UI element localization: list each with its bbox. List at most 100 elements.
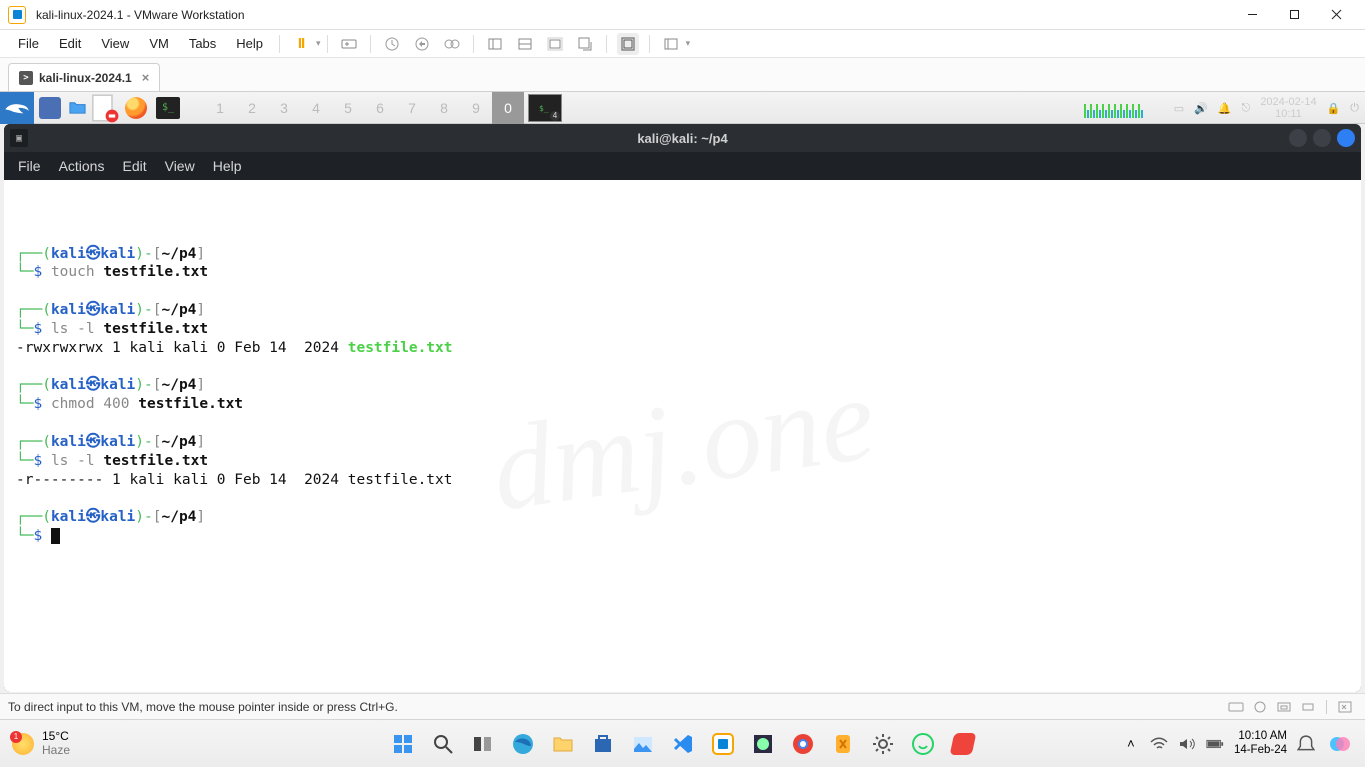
- workspace-3[interactable]: 3: [268, 92, 300, 124]
- office-icon[interactable]: [828, 729, 858, 759]
- search-button[interactable]: [428, 729, 458, 759]
- term-menu-file[interactable]: File: [18, 158, 41, 174]
- taskbar-clock[interactable]: 10:10 AM 14-Feb-24: [1234, 730, 1287, 758]
- network-adapter-icon[interactable]: [1275, 699, 1293, 715]
- running-terminal-thumbnail[interactable]: $_: [528, 94, 562, 122]
- window-close-button[interactable]: [1315, 0, 1357, 30]
- vmware-taskbar-icon[interactable]: [708, 729, 738, 759]
- image-editor-icon[interactable]: [748, 729, 778, 759]
- menu-file[interactable]: File: [8, 32, 49, 55]
- term-menu-actions[interactable]: Actions: [59, 158, 105, 174]
- screen-icon[interactable]: ▭: [1174, 102, 1184, 115]
- revert-icon[interactable]: [411, 33, 433, 55]
- term-menu-edit[interactable]: Edit: [122, 158, 146, 174]
- terminal-icon: [19, 71, 33, 85]
- wifi-icon[interactable]: [1150, 732, 1168, 756]
- task-view-button[interactable]: [468, 729, 498, 759]
- terminal-close-button[interactable]: [1337, 129, 1355, 147]
- preferences-icon[interactable]: [660, 33, 682, 55]
- svg-text:$_: $_: [539, 104, 549, 113]
- workspace-0[interactable]: 0: [492, 92, 524, 124]
- window-minimize-button[interactable]: [1231, 0, 1273, 30]
- term-menu-view[interactable]: View: [165, 158, 195, 174]
- weather-temp: 15°C: [42, 730, 70, 744]
- start-button[interactable]: [388, 729, 418, 759]
- settings-icon[interactable]: [868, 729, 898, 759]
- stretch-icon[interactable]: [544, 33, 566, 55]
- send-ctrl-alt-del-icon[interactable]: [338, 33, 360, 55]
- terminal-maximize-button[interactable]: [1313, 129, 1331, 147]
- volume-icon[interactable]: 🔊: [1194, 102, 1208, 115]
- workspace-switcher: 1 2 3 4 5 6 7 8 9 0: [204, 92, 524, 124]
- snapshot-icon[interactable]: [381, 33, 403, 55]
- notification-bell-icon[interactable]: 🔔: [1218, 102, 1232, 115]
- fullscreen-button[interactable]: [617, 33, 639, 55]
- workspace-1[interactable]: 1: [204, 92, 236, 124]
- chevron-up-icon[interactable]: ˄: [1122, 736, 1140, 751]
- vm-tab-label: kali-linux-2024.1: [39, 71, 132, 85]
- workspace-2[interactable]: 2: [236, 92, 268, 124]
- volume-tray-icon[interactable]: [1178, 732, 1196, 756]
- menu-vm[interactable]: VM: [139, 32, 179, 55]
- file-manager-icon[interactable]: [66, 97, 88, 119]
- vm-tab-bar: kali-linux-2024.1 ×: [0, 58, 1365, 92]
- term-menu-help[interactable]: Help: [213, 158, 242, 174]
- anydesk-icon[interactable]: [948, 729, 978, 759]
- kali-panel: $_ 1 2 3 4 5 6 7 8 9 0 $_ ▭ 🔊 🔔 ⎋ 2024-0…: [0, 92, 1365, 124]
- network-icon[interactable]: ⎋: [1242, 102, 1251, 115]
- terminal-launcher-icon[interactable]: $_: [152, 93, 184, 123]
- workspace-4[interactable]: 4: [300, 92, 332, 124]
- terminal-title: kali@kali: ~/p4: [4, 131, 1361, 146]
- edge-icon[interactable]: [508, 729, 538, 759]
- vmware-app-icon: [8, 6, 26, 24]
- cdrom-icon[interactable]: [1251, 699, 1269, 715]
- window-title: kali-linux-2024.1 - VMware Workstation: [36, 8, 245, 22]
- windows-taskbar: 1 15°C Haze ˄ 10:10 AM 14-Feb-24: [0, 719, 1365, 767]
- window-maximize-button[interactable]: [1273, 0, 1315, 30]
- lock-icon[interactable]: 🔒: [1327, 102, 1341, 115]
- panel-clock[interactable]: 2024-02-14 10:11: [1260, 96, 1316, 120]
- copilot-icon[interactable]: [1325, 729, 1355, 759]
- workspace-7[interactable]: 7: [396, 92, 428, 124]
- terminal-window: ▣ kali@kali: ~/p4 File Actions Edit View…: [4, 124, 1361, 692]
- terminal-body[interactable]: dmj.one ┌──(kali㉿kali)-[~/p4]└─$ touch t…: [4, 180, 1361, 692]
- window-titlebar: kali-linux-2024.1 - VMware Workstation: [0, 0, 1365, 30]
- menu-help[interactable]: Help: [226, 32, 273, 55]
- file-explorer-icon[interactable]: [548, 729, 578, 759]
- workspace-9[interactable]: 9: [460, 92, 492, 124]
- notification-tray-icon[interactable]: [1297, 732, 1315, 756]
- app-icon-note[interactable]: [88, 93, 120, 123]
- taskbar-weather-widget[interactable]: 1 15°C Haze: [0, 730, 82, 758]
- photos-icon[interactable]: [628, 729, 658, 759]
- terminal-titlebar[interactable]: ▣ kali@kali: ~/p4: [4, 124, 1361, 152]
- disk-icon[interactable]: [1227, 699, 1245, 715]
- kali-menu-button[interactable]: [0, 92, 34, 124]
- layout-multiple-icon[interactable]: [514, 33, 536, 55]
- input-grabbed-icon[interactable]: [1336, 699, 1354, 715]
- pause-button[interactable]: II: [290, 33, 312, 55]
- menu-view[interactable]: View: [91, 32, 139, 55]
- manage-snapshots-icon[interactable]: [441, 33, 463, 55]
- unity-icon[interactable]: [574, 33, 596, 55]
- workspace-6[interactable]: 6: [364, 92, 396, 124]
- layout-single-icon[interactable]: [484, 33, 506, 55]
- terminal-minimize-button[interactable]: [1289, 129, 1307, 147]
- workspace-5[interactable]: 5: [332, 92, 364, 124]
- status-message: To direct input to this VM, move the mou…: [8, 700, 398, 714]
- firefox-icon[interactable]: [120, 93, 152, 123]
- vscode-icon[interactable]: [668, 729, 698, 759]
- chrome-icon[interactable]: [788, 729, 818, 759]
- system-monitor-graph[interactable]: [1084, 98, 1164, 118]
- microsoft-store-icon[interactable]: [588, 729, 618, 759]
- pinned-shortcut[interactable]: [34, 93, 66, 123]
- power-icon[interactable]: ⏻: [1350, 102, 1359, 115]
- vmware-status-bar: To direct input to this VM, move the mou…: [0, 693, 1365, 719]
- close-icon[interactable]: ×: [142, 70, 150, 85]
- battery-icon[interactable]: [1206, 732, 1224, 756]
- vm-tab-kali[interactable]: kali-linux-2024.1 ×: [8, 63, 160, 91]
- workspace-8[interactable]: 8: [428, 92, 460, 124]
- menu-tabs[interactable]: Tabs: [179, 32, 226, 55]
- menu-edit[interactable]: Edit: [49, 32, 91, 55]
- whatsapp-icon[interactable]: [908, 729, 938, 759]
- usb-icon[interactable]: [1299, 699, 1317, 715]
